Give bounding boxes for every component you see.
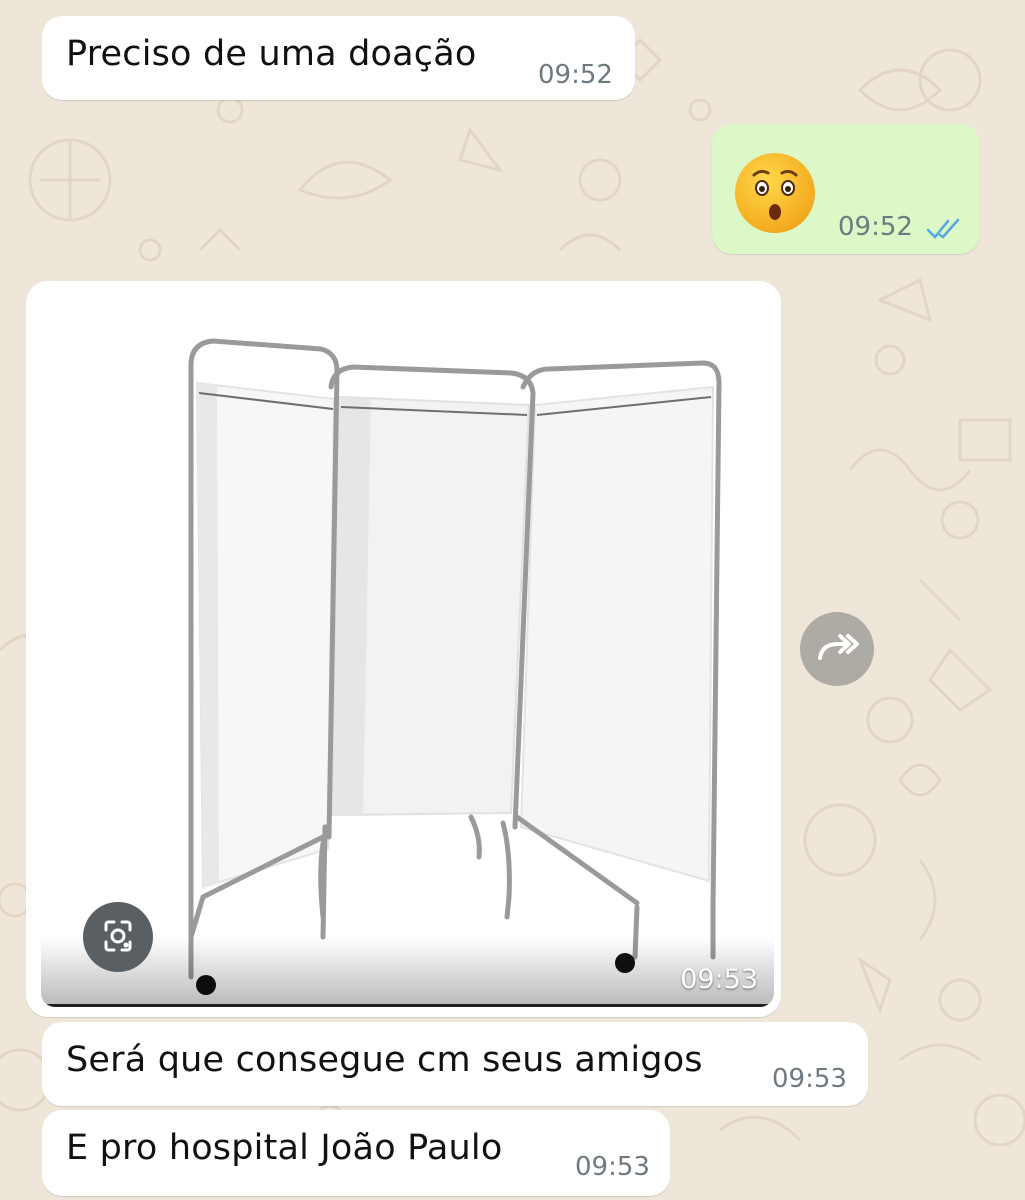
- forward-icon: [818, 634, 859, 660]
- image-timestamp: 09:53: [680, 964, 758, 995]
- folding-screen-image: [188, 338, 722, 995]
- message-bubble-incoming[interactable]: E pro hospital João Paulo 09:53: [42, 1110, 670, 1196]
- lens-search-icon: [104, 920, 132, 952]
- message-timestamp: 09:53: [575, 1152, 650, 1182]
- hushed-face-icon: [735, 153, 815, 233]
- forward-button[interactable]: [800, 612, 874, 686]
- message-text: Preciso de uma doação: [66, 34, 477, 74]
- message-timestamp: 09:52: [838, 212, 913, 242]
- message-text: Será que consegue cm seus amigos: [66, 1040, 703, 1080]
- message-timestamp: 09:52: [538, 60, 613, 90]
- attached-image[interactable]: 09:53: [41, 297, 774, 1007]
- message-bubble-incoming[interactable]: Preciso de uma doação 09:52: [42, 16, 635, 100]
- message-text: E pro hospital João Paulo: [66, 1128, 503, 1168]
- lens-search-button[interactable]: [83, 902, 153, 972]
- double-check-icon: [926, 218, 960, 239]
- message-timestamp: 09:53: [772, 1064, 847, 1094]
- message-bubble-outgoing[interactable]: 09:52: [712, 124, 980, 254]
- image-border: [41, 1004, 774, 1007]
- message-bubble-incoming[interactable]: Será que consegue cm seus amigos 09:53: [42, 1022, 868, 1106]
